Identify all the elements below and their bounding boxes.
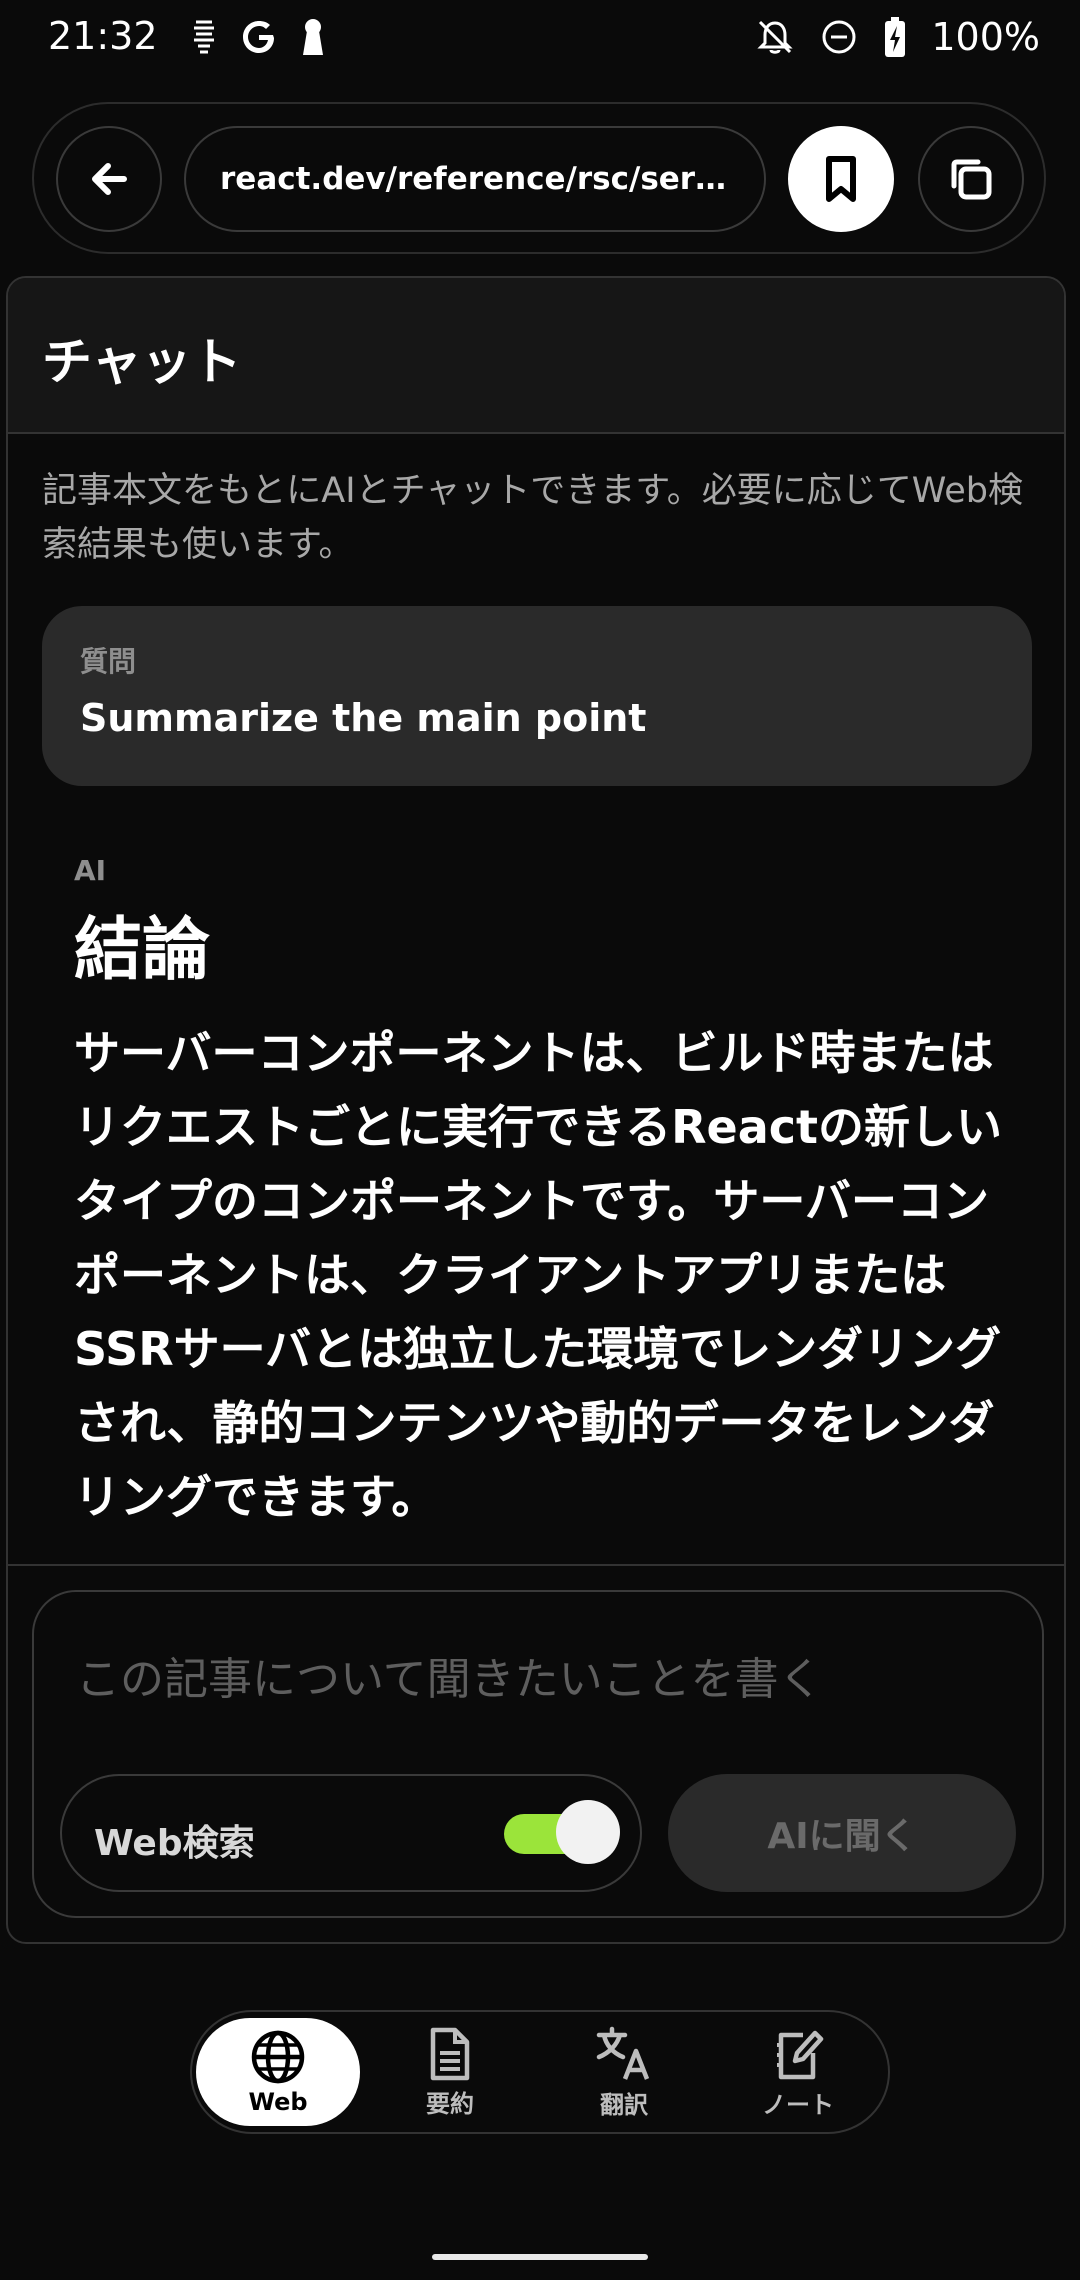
url-text: react.dev/reference/rsc/server-... [220, 161, 730, 197]
question-bubble: 質問 Summarize the main point [42, 606, 1032, 786]
nav-label-translate: 翻訳 [600, 2090, 648, 2119]
nav-label-note: ノート [762, 2090, 834, 2119]
globe-icon [251, 2030, 305, 2084]
status-right: 100% [755, 14, 1040, 60]
arrow-back-icon [92, 163, 127, 195]
copy-button[interactable] [918, 126, 1024, 232]
back-button[interactable] [56, 126, 162, 232]
nav-item-web[interactable]: Web [196, 2018, 360, 2126]
sim-icon [194, 20, 214, 54]
composer: Web検索 AIに聞く [32, 1590, 1044, 1918]
chat-title: チャット [42, 333, 242, 391]
chat-panel: チャット 記事本文をもとにAIとチャットできます。必要に応じてWeb検索結果も使… [6, 276, 1066, 1944]
nav-item-note[interactable]: ノート [716, 2018, 880, 2126]
chat-description: 記事本文をもとにAIとチャットできます。必要に応じてWeb検索結果も使います。 [42, 471, 1024, 565]
bottom-nav: Web 要約 翻訳 ノート [190, 2010, 890, 2134]
status-time: 21:32 [48, 14, 158, 58]
battery-charging-icon [885, 17, 906, 57]
question-label: 質問 [80, 645, 137, 678]
google-icon [243, 21, 274, 53]
nav-item-translate[interactable]: 翻訳 [542, 2018, 706, 2126]
ask-ai-button[interactable]: AIに聞く [668, 1774, 1016, 1892]
nav-label-web: Web [248, 2088, 308, 2116]
web-search-toggle-row[interactable]: Web検索 [60, 1774, 642, 1892]
chat-header: チャット [8, 278, 1064, 434]
translate-icon [596, 2026, 650, 2080]
nav-item-summary[interactable]: 要約 [368, 2018, 532, 2126]
status-left-icons [190, 14, 326, 60]
answer-body: サーバーコンポーネントは、ビルド時またはリクエストごとに実行できるReactの新… [74, 1026, 1002, 1524]
keyhole-icon [303, 19, 323, 55]
web-search-switch-knob[interactable] [556, 1800, 620, 1864]
copy-icon [951, 159, 992, 200]
bookmark-button[interactable] [788, 126, 894, 232]
question-input[interactable] [76, 1654, 976, 1705]
do-not-disturb-icon [822, 20, 856, 54]
bookmark-icon [826, 156, 856, 202]
question-text: Summarize the main point [80, 696, 647, 740]
battery-percent: 100% [931, 15, 1040, 59]
document-icon [430, 2027, 470, 2080]
composer-divider [8, 1564, 1064, 1566]
nav-label-summary: 要約 [426, 2089, 474, 2118]
url-bar[interactable]: react.dev/reference/rsc/server-... [184, 126, 766, 232]
note-edit-icon [777, 2030, 824, 2079]
home-indicator[interactable] [432, 2254, 648, 2260]
ai-label: AI [74, 854, 107, 887]
web-search-label: Web検索 [94, 1823, 255, 1864]
answer-heading: 結論 [74, 911, 211, 990]
notifications-off-icon [757, 20, 793, 54]
